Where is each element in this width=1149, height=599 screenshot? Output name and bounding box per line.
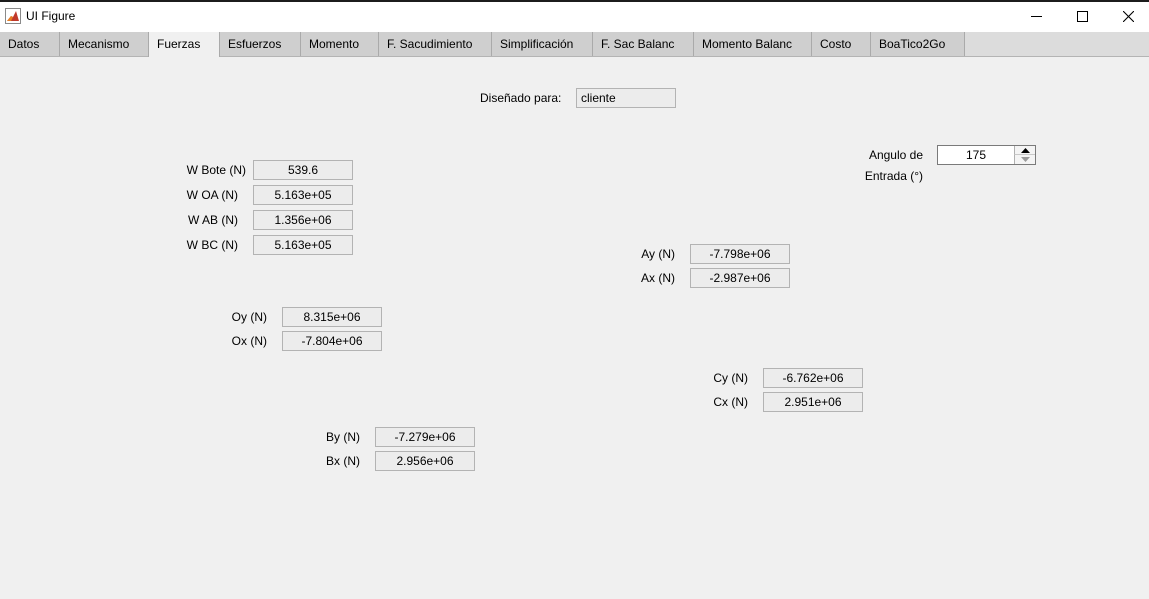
w-ab-field[interactable]: 1.356e+06 [253,210,353,230]
entry-angle-spinner[interactable]: 175 [937,145,1036,165]
minimize-icon [1031,16,1042,17]
w-oa-label: W OA (N) [186,188,238,202]
tab-momento[interactable]: Momento [301,32,379,56]
spinner-up-button[interactable] [1014,146,1035,155]
maximize-button[interactable] [1059,2,1105,32]
cy-field[interactable]: -6.762e+06 [763,368,863,388]
tab-boatico2go[interactable]: BoaTico2Go [871,32,965,56]
designed-for-label: Diseñado para: [480,91,562,105]
ay-field[interactable]: -7.798e+06 [690,244,790,264]
ox-field[interactable]: -7.804e+06 [282,331,382,351]
w-bote-field[interactable]: 539.6 [253,160,353,180]
ay-label: Ay (N) [641,247,675,261]
ox-label: Ox (N) [231,334,267,348]
maximize-icon [1077,11,1088,22]
oy-label: Oy (N) [231,310,267,324]
entry-angle-label-line2: Entrada (°) [864,169,923,183]
window-title: UI Figure [26,9,76,23]
tab-f-sacudimiento[interactable]: F. Sacudimiento [379,32,492,56]
ax-label: Ax (N) [641,271,675,285]
oy-field[interactable]: 8.315e+06 [282,307,382,327]
tab-f-sac-balanc[interactable]: F. Sac Balanc [593,32,694,56]
tab-bar: Datos Mecanismo Fuerzas Esfuerzos Moment… [0,32,1149,57]
bx-label: Bx (N) [326,454,360,468]
caret-up-icon [1021,148,1030,153]
title-bar: UI Figure [0,0,1149,32]
cx-field[interactable]: 2.951e+06 [763,392,863,412]
caret-down-icon [1021,157,1030,162]
minimize-button[interactable] [1013,2,1059,32]
entry-angle-value[interactable]: 175 [938,146,1014,164]
tab-fuerzas[interactable]: Fuerzas [148,32,220,57]
w-ab-label: W AB (N) [188,213,238,227]
bx-field[interactable]: 2.956e+06 [375,451,475,471]
w-bote-label: W Bote (N) [186,163,246,177]
designed-for-field[interactable]: cliente [576,88,676,108]
ax-field[interactable]: -2.987e+06 [690,268,790,288]
matlab-icon [5,8,21,24]
close-button[interactable] [1105,2,1149,32]
cy-label: Cy (N) [713,371,748,385]
by-label: By (N) [326,430,360,444]
tab-mecanismo[interactable]: Mecanismo [60,32,149,56]
cx-label: Cx (N) [713,395,748,409]
entry-angle-label-line1: Angulo de [868,148,923,162]
w-bc-label: W BC (N) [186,238,238,252]
tab-momento-balanc[interactable]: Momento Balanc [694,32,812,56]
close-icon [1123,11,1134,22]
w-oa-field[interactable]: 5.163e+05 [253,185,353,205]
tab-esfuerzos[interactable]: Esfuerzos [220,32,301,56]
tab-costo[interactable]: Costo [812,32,871,56]
w-bc-field[interactable]: 5.163e+05 [253,235,353,255]
by-field[interactable]: -7.279e+06 [375,427,475,447]
tab-simplificacion[interactable]: Simplificación [492,32,593,56]
spinner-down-button[interactable] [1014,155,1035,164]
tab-datos[interactable]: Datos [0,32,60,56]
